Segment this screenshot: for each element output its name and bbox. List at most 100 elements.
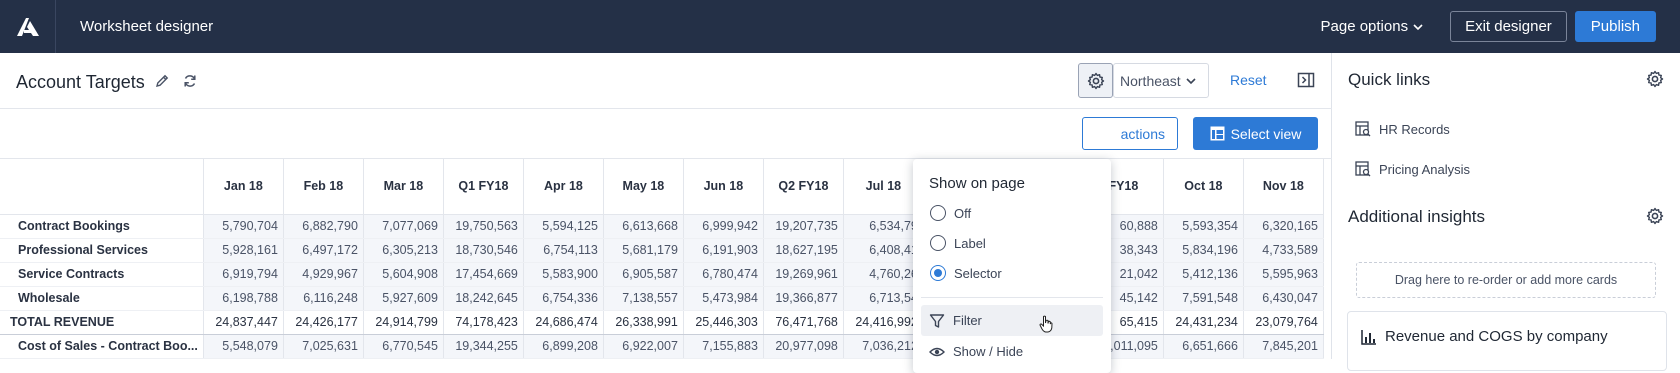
table-cell[interactable]: 5,790,704 [203, 214, 284, 239]
table-cell[interactable]: 19,344,255 [443, 334, 524, 359]
table-cell[interactable]: 74,178,423 [443, 310, 524, 335]
table-cell[interactable]: 7,591,548 [1163, 286, 1244, 311]
table-cell[interactable]: 20,977,098 [763, 334, 844, 359]
table-cell[interactable]: 5,834,196 [1163, 238, 1244, 263]
table-cell[interactable]: 5,548,079 [203, 334, 284, 359]
column-header[interactable]: Q1 FY18 [443, 159, 524, 215]
pencil-icon[interactable] [154, 73, 170, 89]
actions-button[interactable]: actions [1082, 117, 1178, 150]
table-cell[interactable]: 5,594,125 [523, 214, 604, 239]
table-cell[interactable]: 19,750,563 [443, 214, 524, 239]
show-hide-menu-item[interactable]: Show / Hide [921, 336, 1103, 367]
table-cell[interactable]: 6,651,666 [1163, 334, 1244, 359]
column-header[interactable]: Mar 18 [363, 159, 444, 215]
quick-links-gear-icon[interactable] [1646, 70, 1664, 88]
table-cell[interactable]: 7,036,212 [843, 334, 924, 359]
table-cell[interactable]: 5,681,179 [603, 238, 684, 263]
radio-selector[interactable] [930, 265, 946, 281]
table-cell[interactable]: 6,905,587 [603, 262, 684, 287]
quick-link-hr-records[interactable]: HR Records [1355, 121, 1450, 137]
table-cell[interactable]: 4,760,26 [843, 262, 924, 287]
table-cell[interactable]: 23,079,764 [1243, 310, 1324, 335]
table-cell[interactable]: 19,269,961 [763, 262, 844, 287]
table-cell[interactable]: 5,927,609 [363, 286, 444, 311]
table-cell[interactable]: 25,446,303 [683, 310, 764, 335]
table-cell[interactable]: 24,914,799 [363, 310, 444, 335]
option-selector[interactable]: Selector [930, 265, 1002, 281]
table-cell[interactable]: 6,780,474 [683, 262, 764, 287]
refresh-icon[interactable] [182, 73, 198, 89]
table-cell[interactable]: 6,999,942 [683, 214, 764, 239]
table-cell[interactable]: 6,305,213 [363, 238, 444, 263]
page-options-menu[interactable]: Page options [1321, 18, 1425, 35]
table-cell[interactable]: 18,627,195 [763, 238, 844, 263]
column-header[interactable]: Apr 18 [523, 159, 604, 215]
table-cell[interactable]: 6,191,903 [683, 238, 764, 263]
table-cell[interactable]: 6,770,545 [363, 334, 444, 359]
publish-button[interactable]: Publish [1574, 11, 1656, 42]
table-cell[interactable]: 24,686,474 [523, 310, 604, 335]
table-cell[interactable]: 6,882,790 [283, 214, 364, 239]
table-cell[interactable]: 5,928,161 [203, 238, 284, 263]
exit-designer-button[interactable]: Exit designer [1450, 11, 1567, 42]
table-cell[interactable]: 5,604,908 [363, 262, 444, 287]
table-cell[interactable]: 6,713,54 [843, 286, 924, 311]
option-label[interactable]: Label [930, 235, 986, 251]
table-cell[interactable]: 24,837,447 [203, 310, 284, 335]
insights-gear-icon[interactable] [1646, 207, 1664, 225]
table-cell[interactable]: 6,430,047 [1243, 286, 1324, 311]
table-cell[interactable]: 5,412,136 [1163, 262, 1244, 287]
table-cell[interactable]: 7,025,631 [283, 334, 364, 359]
select-view-button[interactable]: Select view [1193, 117, 1318, 150]
table-cell[interactable]: 6,613,668 [603, 214, 684, 239]
table-cell[interactable]: 6,754,113 [523, 238, 604, 263]
option-off[interactable]: Off [930, 205, 971, 221]
table-cell[interactable]: 7,845,201 [1243, 334, 1324, 359]
region-settings-button[interactable] [1078, 63, 1113, 98]
table-cell[interactable]: 4,733,589 [1243, 238, 1324, 263]
table-cell[interactable]: 19,366,877 [763, 286, 844, 311]
table-cell[interactable]: 6,919,794 [203, 262, 284, 287]
insight-card[interactable]: Revenue and COGS by company [1347, 311, 1667, 371]
table-cell[interactable]: 5,583,900 [523, 262, 604, 287]
region-selector[interactable]: Northeast [1113, 63, 1209, 98]
radio-label[interactable] [930, 235, 946, 251]
table-cell[interactable]: 5,473,984 [683, 286, 764, 311]
column-header[interactable]: Jun 18 [683, 159, 764, 215]
panel-collapse-icon[interactable] [1297, 71, 1315, 89]
radio-off[interactable] [930, 205, 946, 221]
table-cell[interactable]: 4,929,967 [283, 262, 364, 287]
column-header[interactable]: Jan 18 [203, 159, 284, 215]
table-cell[interactable]: 5,595,963 [1243, 262, 1324, 287]
column-header[interactable]: Feb 18 [283, 159, 364, 215]
column-header[interactable]: Q2 FY18 [763, 159, 844, 215]
table-cell[interactable]: 6,116,248 [283, 286, 364, 311]
table-cell[interactable]: 7,138,557 [603, 286, 684, 311]
reset-link[interactable]: Reset [1230, 72, 1267, 88]
table-cell[interactable]: 6,754,336 [523, 286, 604, 311]
table-cell[interactable]: 6,497,172 [283, 238, 364, 263]
table-cell[interactable]: 18,242,645 [443, 286, 524, 311]
table-cell[interactable]: 19,207,735 [763, 214, 844, 239]
filter-menu-item[interactable]: Filter [921, 305, 1103, 336]
table-cell[interactable]: 7,155,883 [683, 334, 764, 359]
table-cell[interactable]: 6,408,41 [843, 238, 924, 263]
column-header[interactable]: Nov 18 [1243, 159, 1324, 215]
table-cell[interactable]: 6,899,208 [523, 334, 604, 359]
column-header[interactable]: Oct 18 [1163, 159, 1244, 215]
column-header[interactable]: Jul 18 [843, 159, 924, 215]
table-cell[interactable]: 18,730,546 [443, 238, 524, 263]
app-logo[interactable] [0, 0, 56, 53]
table-cell[interactable]: 6,922,007 [603, 334, 684, 359]
table-cell[interactable]: 7,077,069 [363, 214, 444, 239]
table-cell[interactable]: 6,534,79 [843, 214, 924, 239]
table-cell[interactable]: 6,198,788 [203, 286, 284, 311]
table-cell[interactable]: 76,471,768 [763, 310, 844, 335]
table-cell[interactable]: 24,431,234 [1163, 310, 1244, 335]
table-cell[interactable]: 24,416,992 [843, 310, 924, 335]
table-cell[interactable]: 6,320,165 [1243, 214, 1324, 239]
quick-link-pricing-analysis[interactable]: Pricing Analysis [1355, 161, 1470, 177]
table-cell[interactable]: 5,593,354 [1163, 214, 1244, 239]
card-dropzone[interactable]: Drag here to re-order or add more cards [1356, 262, 1656, 298]
table-cell[interactable]: 24,426,177 [283, 310, 364, 335]
